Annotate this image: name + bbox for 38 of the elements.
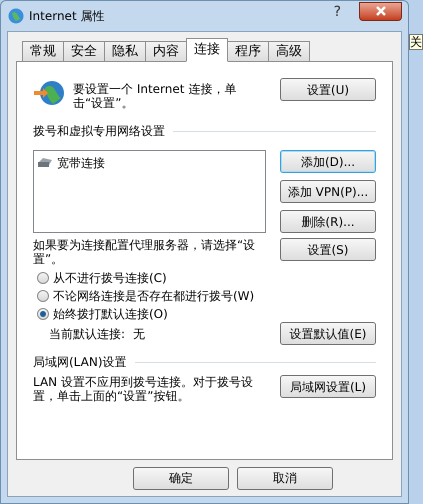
help-button[interactable]: ? — [334, 2, 341, 22]
tab[interactable]: 连接 — [186, 38, 228, 62]
tab[interactable]: 高级 — [268, 41, 310, 62]
radio-button[interactable] — [37, 290, 49, 302]
radio-option[interactable]: 不论网络连接是否存在都进行拨号(W) — [37, 288, 376, 303]
proxy-settings-button[interactable]: 设置(S) — [280, 238, 376, 261]
radio-button[interactable] — [37, 272, 49, 284]
tab[interactable]: 常规 — [22, 41, 64, 62]
radio-button[interactable] — [37, 308, 49, 320]
radio-option[interactable]: 从不进行拨号连接(C) — [37, 270, 376, 285]
close-icon — [376, 6, 386, 16]
radio-option[interactable]: 始终拨打默认连接(O) — [37, 306, 376, 321]
setup-description: 要设置一个 Internet 连接，单击“设置”。 — [73, 82, 238, 110]
close-button[interactable] — [359, 2, 402, 20]
default-connection-label: 当前默认连接: — [49, 326, 126, 342]
default-connection-value: 无 — [133, 326, 146, 342]
section-heading: 拨号和虚拟专用网络设置 — [33, 123, 165, 140]
dialog-button[interactable]: 确定 — [133, 466, 229, 490]
connection-item[interactable]: 宽带连接 — [37, 154, 262, 172]
setup-button[interactable]: 设置(U) — [280, 78, 376, 101]
lan-description: LAN 设置不应用到拨号连接。对于拨号设置，单击上面的“设置”按钮。 — [33, 375, 254, 403]
globe-icon — [7, 7, 25, 25]
lan-settings-button[interactable]: 局域网设置(L) — [280, 375, 376, 398]
action-button[interactable]: 添加(D)... — [280, 150, 376, 173]
tab[interactable]: 隐私 — [104, 41, 146, 62]
section-heading: 局域网(LAN)设置 — [33, 354, 127, 371]
tab[interactable]: 内容 — [145, 41, 187, 62]
window-title: Internet 属性 — [29, 8, 104, 25]
set-default-button[interactable]: 设置默认值(E) — [280, 322, 376, 345]
globe-icon — [33, 78, 65, 108]
modem-icon — [37, 157, 53, 169]
tab[interactable]: 安全 — [63, 41, 105, 62]
tab[interactable]: 程序 — [227, 41, 269, 62]
tooltip-fragment: 关 — [409, 34, 423, 50]
action-button[interactable]: 删除(R)... — [280, 210, 376, 233]
dialog-button[interactable]: 取消 — [237, 466, 333, 490]
proxy-description: 如果要为连接配置代理服务器，请选择“设置”。 — [33, 238, 256, 266]
action-button[interactable]: 添加 VPN(P)... — [280, 180, 376, 203]
